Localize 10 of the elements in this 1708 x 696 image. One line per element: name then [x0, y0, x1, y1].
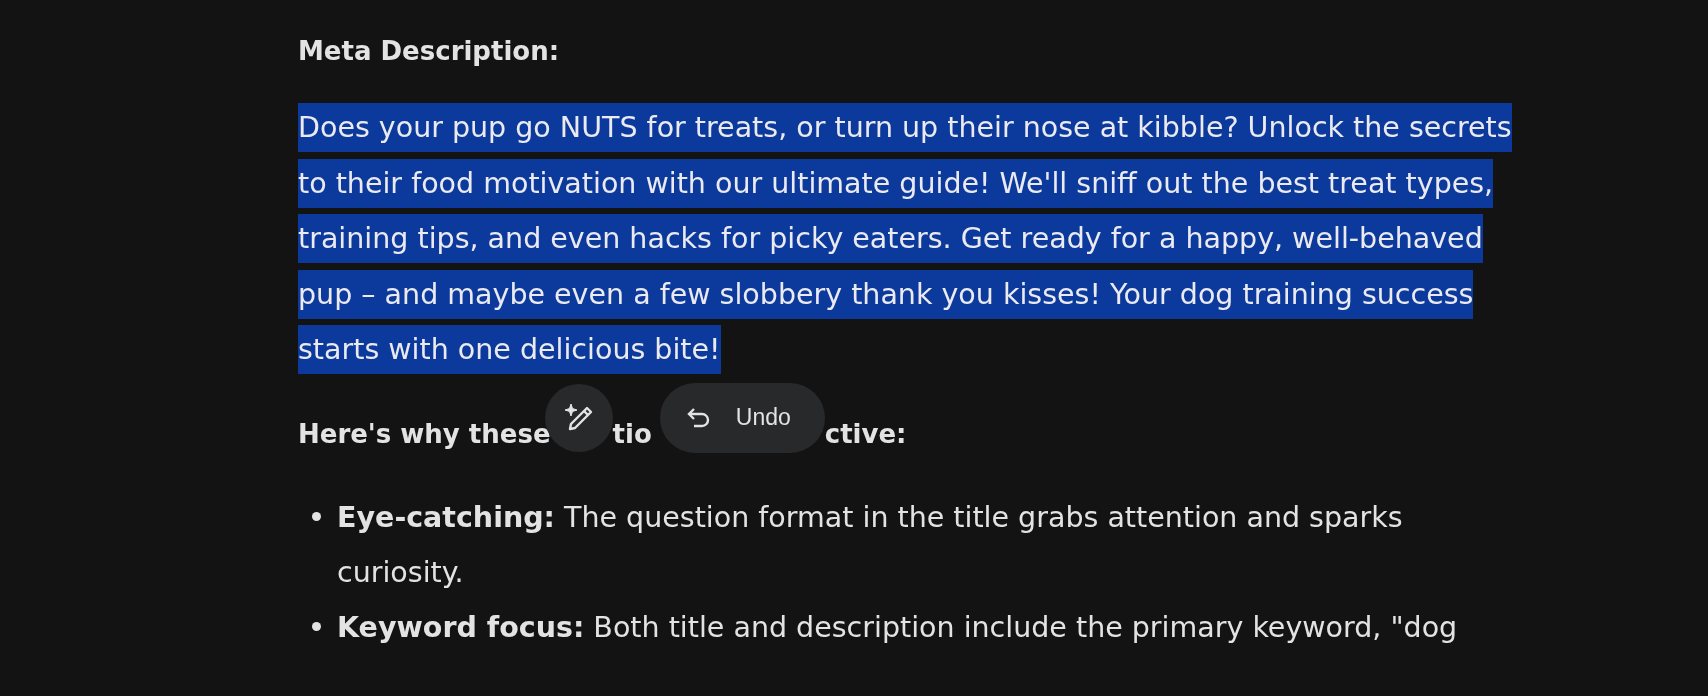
heading-fragment: ctive:	[824, 418, 907, 449]
undo-icon	[685, 405, 712, 430]
heading-fragment: Here's why these	[298, 418, 551, 449]
undo-button[interactable]: Undo	[659, 382, 825, 453]
meta-description-heading: Meta Description:	[298, 35, 561, 68]
bullet-icon	[312, 511, 321, 521]
heading-fragment: tio	[612, 418, 652, 449]
bullet-icon	[312, 621, 321, 631]
bullet-text: Eye-catching: The question format in the title grabs attention and sparks curiosity.	[337, 499, 1404, 591]
bullet-text: Keyword focus: Both title and description include the primary keyword, "dog	[337, 609, 1458, 646]
